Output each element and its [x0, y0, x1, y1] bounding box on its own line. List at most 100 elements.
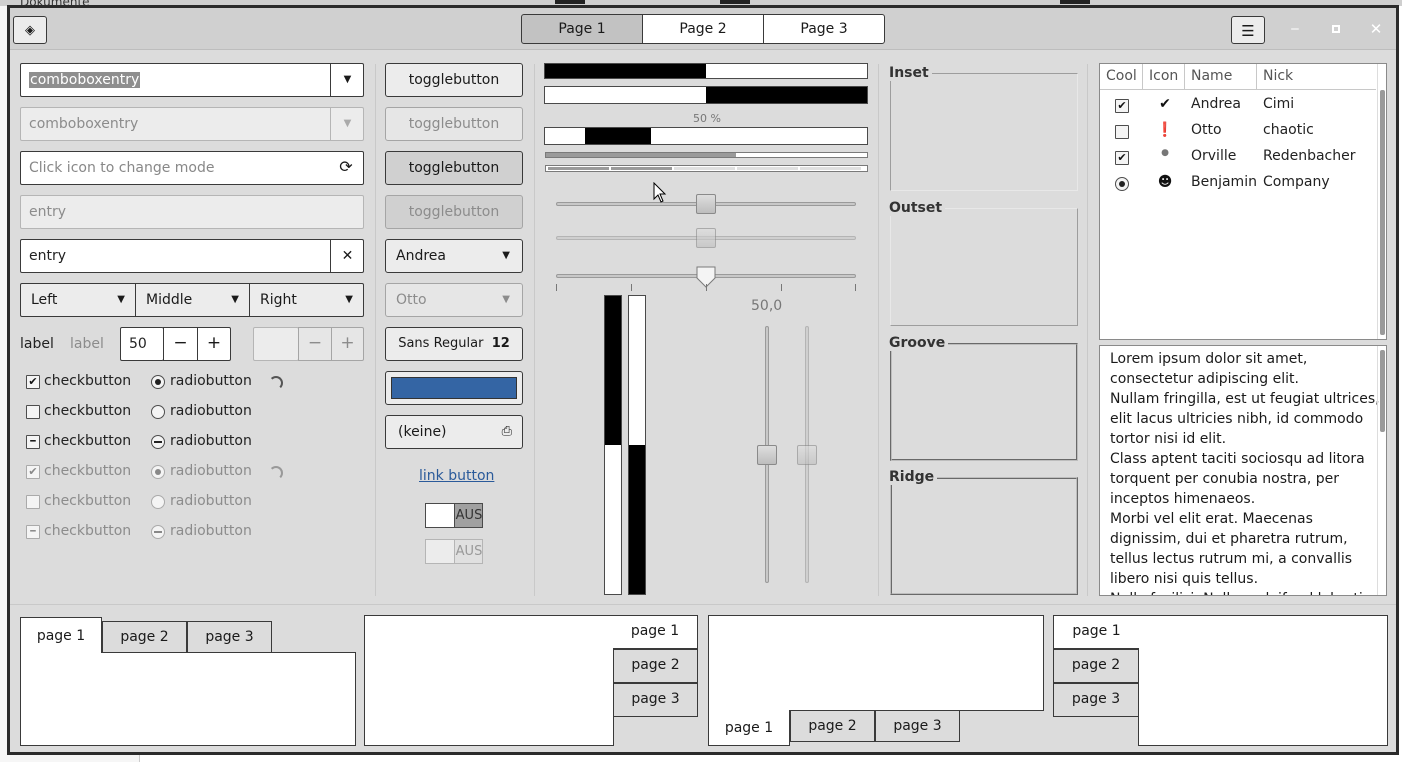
radiobutton-label: radiobutton [170, 433, 252, 449]
spin-decrement-button[interactable]: − [163, 327, 198, 361]
plus-icon: + [206, 333, 222, 353]
frame-outset-label: Outset [889, 200, 946, 216]
notebook2-tab-page-1[interactable]: page 1 [613, 615, 698, 649]
link-button[interactable]: link button [419, 468, 494, 484]
segment-right[interactable]: Right ▼ [249, 283, 364, 317]
switch-knob [426, 540, 455, 563]
checkbutton-label: checkbutton [44, 373, 132, 389]
notebook3-tab-page-1[interactable]: page 1 [708, 710, 790, 746]
togglebutton-3[interactable]: togglebutton [385, 151, 523, 185]
triangle-down-icon: ▼ [343, 118, 352, 129]
checkbox[interactable]: ✔ [26, 375, 40, 389]
notebook3-tab-page-3[interactable]: page 3 [875, 710, 960, 742]
column-name[interactable]: Name [1185, 64, 1257, 89]
checkbox[interactable] [26, 405, 40, 419]
notebook-right-page [364, 615, 614, 746]
text-view[interactable]: Lorem ipsum dolor sit amet, consectetur a… [1099, 345, 1387, 596]
spinner-icon [269, 466, 283, 480]
segment-left[interactable]: Left ▼ [20, 283, 136, 317]
tree-cell-nick: Cimi [1263, 96, 1295, 112]
notebook2-tab-page-3[interactable]: page 3 [613, 683, 698, 717]
checkbutton-label: checkbutton [44, 493, 132, 509]
tree-scrollbar[interactable] [1377, 64, 1387, 339]
checkbox[interactable]: ━ [26, 435, 40, 449]
spin-disabled-input [253, 327, 299, 361]
dot-icon: ● [1161, 148, 1169, 158]
diamond-arrow-icon: ◈ [25, 23, 35, 38]
clearable-entry[interactable]: entry [20, 239, 364, 273]
vertical-scale-2[interactable] [797, 326, 817, 583]
table-row[interactable]: ✔ ✔ Andrea Cimi [1100, 94, 1376, 120]
combobox-dropdown-disabled: ▼ [330, 107, 364, 141]
minimize-button[interactable]: ‒ [1286, 20, 1304, 38]
notebook2-tab-page-2[interactable]: page 2 [613, 649, 698, 683]
radiobutton-label: radiobutton [170, 463, 252, 479]
tab-page-1[interactable]: Page 1 [521, 14, 643, 44]
segment-middle[interactable]: Middle ▼ [135, 283, 250, 317]
cool-radio[interactable] [1115, 177, 1129, 191]
horizontal-scale-1[interactable] [556, 194, 856, 214]
mode-entry[interactable]: Click icon to change mode [20, 151, 364, 185]
notebook1-tab-page-1[interactable]: page 1 [20, 617, 102, 653]
radiobutton[interactable] [151, 435, 165, 449]
back-button[interactable]: ◈ [13, 16, 47, 44]
radiobutton[interactable] [151, 405, 165, 419]
togglebutton-2: togglebutton [385, 107, 523, 141]
spin-value-input[interactable]: 50 [120, 327, 164, 361]
notebook4-tab-page-1[interactable]: page 1 [1053, 615, 1139, 649]
table-row[interactable]: ☻ Benjamin Company [1100, 172, 1376, 198]
tree-cell-name: Benjamin [1191, 174, 1257, 190]
combo-andrea[interactable]: Andrea ▼ [385, 239, 523, 273]
header-bar: ◈ Page 1 Page 2 Page 3 ☰ ‒ ✕ [10, 8, 1396, 50]
scale-slider-handle[interactable] [757, 444, 777, 465]
radiobutton [151, 465, 165, 479]
switch-label: AUS [455, 544, 483, 559]
togglebutton-4: togglebutton [385, 195, 523, 229]
tab-page-2[interactable]: Page 2 [642, 14, 764, 44]
radiobutton[interactable] [151, 375, 165, 389]
switch-off-disabled: AUS [425, 539, 483, 564]
horizontal-scale-2[interactable] [556, 228, 856, 248]
switch-label: AUS [455, 508, 483, 523]
column-cool[interactable]: Cool [1100, 64, 1143, 89]
maximize-button[interactable] [1327, 20, 1345, 38]
table-row[interactable]: ✔ ● Orville Redenbacher [1100, 146, 1376, 172]
column-icon[interactable]: Icon [1143, 64, 1185, 89]
refresh-icon[interactable]: ⟳ [336, 157, 356, 177]
tree-view[interactable]: Cool Icon Name Nick ✔ ✔ Andrea Cimi ❗ Otto cha… [1099, 63, 1387, 340]
warning-icon: ❗ [1156, 122, 1174, 138]
file-chooser-button[interactable]: (keine) ⎙ [385, 415, 523, 449]
color-button[interactable] [385, 371, 523, 405]
radiobutton [151, 495, 165, 509]
vertical-scale-1[interactable] [757, 326, 777, 583]
spin-increment-button[interactable]: + [197, 327, 231, 361]
text-line: Nulla facilisi. Nullam eleifend lobortis [1110, 589, 1375, 595]
combo-otto: Otto ▼ [385, 283, 523, 317]
combobox-entry[interactable]: comboboxentry [20, 63, 364, 97]
text-line: tellus lectus rutrum mi, a convallis [1110, 551, 1353, 567]
togglebutton-1[interactable]: togglebutton [385, 63, 523, 97]
notebook1-tab-page-2[interactable]: page 2 [102, 621, 187, 653]
scale-slider-handle[interactable] [696, 194, 716, 214]
column-nick[interactable]: Nick [1257, 64, 1376, 89]
tree-cell-nick: chaotic [1263, 122, 1314, 138]
triangle-down-icon: ▼ [345, 294, 353, 305]
cool-checkbox[interactable]: ✔ [1115, 99, 1129, 113]
notebook3-tab-page-2[interactable]: page 2 [790, 710, 875, 742]
notebook4-tab-page-2[interactable]: page 2 [1053, 649, 1139, 683]
close-button[interactable]: ✕ [1367, 20, 1385, 38]
switch-off[interactable]: AUS [425, 503, 483, 528]
text-line: libero nisi quis tellus. [1110, 571, 1259, 587]
text-scrollbar[interactable] [1377, 346, 1386, 595]
tab-page-3[interactable]: Page 3 [763, 14, 885, 44]
cool-checkbox[interactable] [1115, 125, 1129, 139]
table-row[interactable]: ❗ Otto chaotic [1100, 120, 1376, 146]
font-button[interactable]: Sans Regular 12 [385, 327, 523, 361]
combobox-dropdown-button[interactable]: ▼ [330, 63, 364, 97]
menu-button[interactable]: ☰ [1231, 16, 1265, 44]
notebook1-tab-page-3[interactable]: page 3 [187, 621, 272, 653]
clear-entry-button[interactable]: ✕ [330, 239, 364, 273]
notebook4-tab-page-3[interactable]: page 3 [1053, 683, 1139, 717]
cool-checkbox[interactable]: ✔ [1115, 151, 1129, 165]
horizontal-scale-marks[interactable] [556, 262, 856, 292]
